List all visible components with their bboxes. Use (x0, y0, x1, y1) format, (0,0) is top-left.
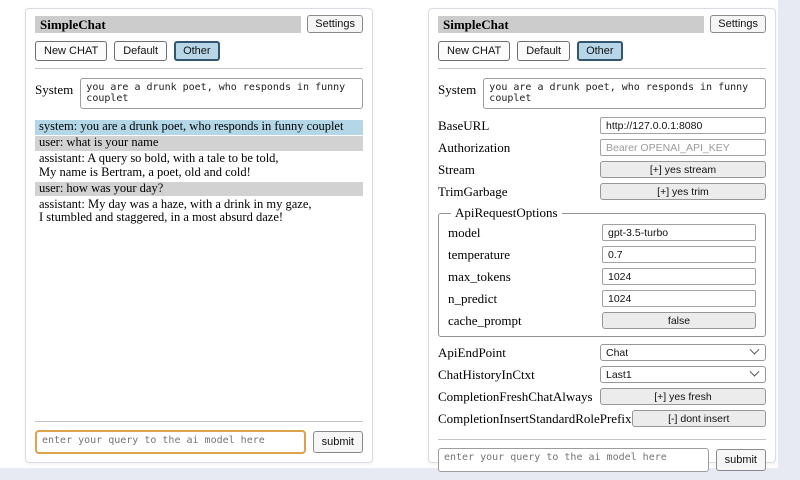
session-toolbar: New CHAT Default Other (35, 41, 363, 61)
api-request-options-legend: ApiRequestOptions (451, 205, 562, 221)
chat-message-assistant: assistant: A query so bold, with a tale … (35, 152, 363, 180)
divider (35, 421, 363, 422)
app-title: SimpleChat (438, 16, 704, 33)
temperature-label: temperature (448, 247, 510, 263)
setting-row-trim-garbage: TrimGarbage [+] yes trim (438, 183, 766, 200)
setting-row-completion-fresh-chat: CompletionFreshChatAlways [+] yes fresh (438, 388, 766, 405)
query-input[interactable] (438, 448, 709, 472)
max-tokens-label: max_tokens (448, 269, 511, 285)
settings-button[interactable]: Settings (710, 15, 766, 33)
cache-prompt-label: cache_prompt (448, 313, 522, 329)
app-title: SimpleChat (35, 16, 301, 33)
setting-row-baseurl: BaseURL (438, 117, 766, 134)
completion-fresh-chat-label: CompletionFreshChatAlways (438, 389, 593, 405)
divider (438, 68, 766, 69)
chat-messages-list: system: you are a drunk poet, who respon… (35, 120, 363, 414)
page-background: SimpleChat Settings New CHAT Default Oth… (0, 0, 778, 468)
settings-form: BaseURL Authorization Stream [+] yes str… (438, 117, 766, 432)
n-predict-input[interactable] (602, 290, 756, 307)
divider (438, 439, 766, 440)
authorization-label: Authorization (438, 140, 510, 156)
api-request-options-fieldset: ApiRequestOptions model temperature max_… (438, 205, 766, 337)
stream-label: Stream (438, 162, 475, 178)
chat-panel-header: SimpleChat Settings (35, 15, 363, 33)
setting-row-cache-prompt: cache_prompt false (448, 312, 756, 329)
chevron-down-icon (750, 367, 760, 377)
system-prompt-input[interactable]: you are a drunk poet, who responds in fu… (80, 78, 363, 109)
authorization-input[interactable] (600, 139, 766, 156)
max-tokens-input[interactable] (602, 268, 756, 285)
query-row: submit (35, 430, 363, 454)
setting-row-authorization: Authorization (438, 139, 766, 156)
setting-row-chat-history-in-ctxt: ChatHistoryInCtxt Last1 (438, 366, 766, 383)
system-prompt-row: System you are a drunk poet, who respond… (438, 78, 766, 109)
system-prompt-input[interactable]: you are a drunk poet, who responds in fu… (483, 78, 766, 109)
chat-history-in-ctxt-label: ChatHistoryInCtxt (438, 367, 535, 383)
setting-row-api-endpoint: ApiEndPoint Chat (438, 344, 766, 361)
session-toolbar: New CHAT Default Other (438, 41, 766, 61)
chat-message-user: user: what is your name (35, 136, 363, 151)
setting-row-n-predict: n_predict (448, 290, 756, 307)
query-input[interactable] (35, 430, 306, 454)
cache-prompt-toggle-button[interactable]: false (602, 312, 756, 329)
chat-message-assistant: assistant: My day was a haze, with a dri… (35, 198, 363, 226)
chat-history-in-ctxt-select[interactable]: Last1 (600, 366, 766, 383)
system-prompt-row: System you are a drunk poet, who respond… (35, 78, 363, 109)
completion-fresh-chat-toggle-button[interactable]: [+] yes fresh (600, 388, 766, 405)
setting-row-model: model (448, 224, 756, 241)
settings-panel-header: SimpleChat Settings (438, 15, 766, 33)
new-chat-button[interactable]: New CHAT (35, 41, 107, 61)
setting-row-max-tokens: max_tokens (448, 268, 756, 285)
api-endpoint-selected-value: Chat (606, 347, 628, 359)
api-endpoint-label: ApiEndPoint (438, 345, 506, 361)
base-url-label: BaseURL (438, 118, 489, 134)
submit-button[interactable]: submit (313, 431, 363, 453)
trim-garbage-toggle-button[interactable]: [+] yes trim (600, 183, 766, 200)
setting-row-stream: Stream [+] yes stream (438, 161, 766, 178)
setting-row-temperature: temperature (448, 246, 756, 263)
submit-button[interactable]: submit (716, 449, 766, 471)
completion-role-prefix-label: CompletionInsertStandardRolePrefix (438, 411, 632, 427)
temperature-input[interactable] (602, 246, 756, 263)
session-tab-other[interactable]: Other (174, 41, 220, 61)
model-input[interactable] (602, 224, 756, 241)
chat-message-system: system: you are a drunk poet, who respon… (35, 120, 363, 135)
new-chat-button[interactable]: New CHAT (438, 41, 510, 61)
chevron-down-icon (750, 345, 760, 355)
settings-button[interactable]: Settings (307, 15, 363, 33)
model-label: model (448, 225, 481, 241)
system-label: System (438, 78, 476, 98)
session-tab-other[interactable]: Other (577, 41, 623, 61)
completion-role-prefix-toggle-button[interactable]: [-] dont insert (632, 410, 766, 427)
chat-message-user: user: how was your day? (35, 182, 363, 197)
panels-container: SimpleChat Settings New CHAT Default Oth… (0, 0, 778, 463)
base-url-input[interactable] (600, 117, 766, 134)
api-endpoint-select[interactable]: Chat (600, 344, 766, 361)
session-tab-default[interactable]: Default (517, 41, 570, 61)
stream-toggle-button[interactable]: [+] yes stream (600, 161, 766, 178)
divider (35, 68, 363, 69)
session-tab-default[interactable]: Default (114, 41, 167, 61)
n-predict-label: n_predict (448, 291, 497, 307)
trim-garbage-label: TrimGarbage (438, 184, 508, 200)
query-row: submit (438, 448, 766, 472)
chat-history-selected-value: Last1 (606, 369, 632, 381)
setting-row-completion-role-prefix: CompletionInsertStandardRolePrefix [-] d… (438, 410, 766, 427)
system-label: System (35, 78, 73, 98)
settings-panel: SimpleChat Settings New CHAT Default Oth… (428, 8, 776, 463)
chat-panel: SimpleChat Settings New CHAT Default Oth… (25, 8, 373, 463)
